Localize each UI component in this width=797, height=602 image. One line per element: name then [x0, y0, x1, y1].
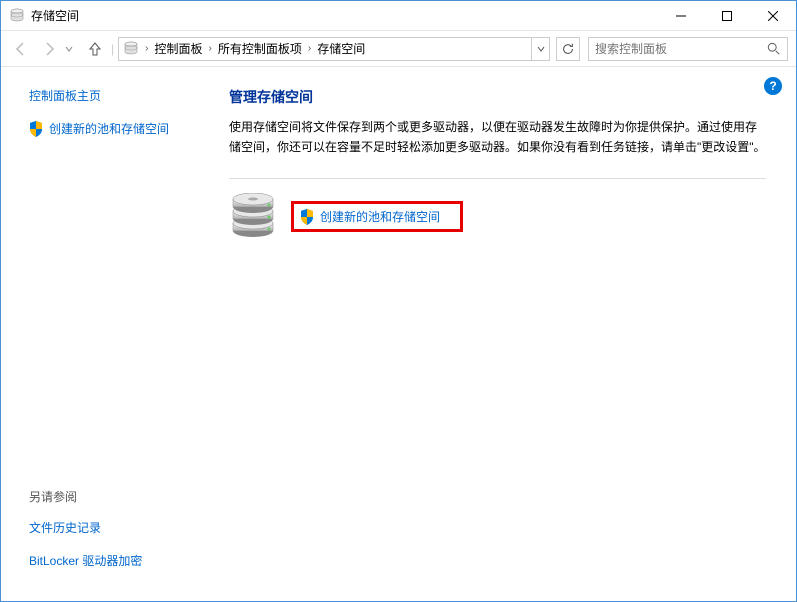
shield-icon [29, 121, 43, 137]
create-pool-link[interactable]: 创建新的池和存储空间 [29, 120, 219, 137]
address-dropdown[interactable] [531, 38, 549, 60]
history-dropdown[interactable] [65, 42, 79, 56]
back-button[interactable] [9, 37, 33, 61]
address-bar[interactable]: › 控制面板 › 所有控制面板项 › 存储空间 [118, 37, 550, 61]
breadcrumb-item[interactable]: 控制面板 [152, 40, 204, 57]
action-row: 创建新的池和存储空间 [229, 193, 766, 241]
window: 存储空间 | [0, 0, 797, 602]
storage-icon [123, 41, 139, 57]
main-content: 管理存储空间 使用存储空间将文件保存到两个或更多驱动器，以便在驱动器发生故障时为… [219, 67, 796, 601]
close-button[interactable] [750, 1, 796, 31]
navbar: | › 控制面板 › 所有控制面板项 › 存储空间 [1, 31, 796, 67]
disk-stack-icon [229, 193, 277, 241]
see-also-heading: 另请参阅 [29, 488, 219, 505]
chevron-right-icon[interactable]: › [304, 43, 315, 54]
separator: | [111, 42, 114, 56]
up-button[interactable] [83, 37, 107, 61]
search-input[interactable] [595, 42, 767, 56]
divider [229, 178, 766, 179]
link-label: 创建新的池和存储空间 [49, 120, 169, 137]
link-label: 控制面板主页 [29, 87, 101, 104]
maximize-button[interactable] [704, 1, 750, 31]
window-title: 存储空间 [31, 7, 658, 24]
breadcrumb: › 控制面板 › 所有控制面板项 › 存储空间 [141, 40, 531, 57]
body: ? 控制面板主页 创建新的池和存储空间 另请参阅 文件历史记录 BitLocke… [1, 67, 796, 601]
shield-icon [300, 209, 314, 225]
search-icon[interactable] [767, 42, 781, 56]
file-history-link[interactable]: 文件历史记录 [29, 519, 219, 536]
help-icon[interactable]: ? [764, 77, 782, 95]
create-pool-action-link[interactable]: 创建新的池和存储空间 [320, 208, 440, 225]
titlebar: 存储空间 [1, 1, 796, 31]
page-description: 使用存储空间将文件保存到两个或更多驱动器，以便在驱动器发生故障时为你提供保护。通… [229, 117, 766, 158]
breadcrumb-item[interactable]: 所有控制面板项 [216, 40, 304, 57]
breadcrumb-item[interactable]: 存储空间 [315, 40, 367, 57]
control-panel-home-link[interactable]: 控制面板主页 [29, 87, 219, 104]
bitlocker-link[interactable]: BitLocker 驱动器加密 [29, 552, 219, 569]
search-box[interactable] [588, 37, 788, 61]
window-controls [658, 1, 796, 31]
chevron-right-icon[interactable]: › [204, 43, 215, 54]
minimize-button[interactable] [658, 1, 704, 31]
highlighted-action: 创建新的池和存储空间 [291, 201, 463, 232]
refresh-button[interactable] [556, 37, 580, 61]
page-title: 管理存储空间 [229, 87, 766, 107]
storage-icon [9, 8, 25, 24]
forward-button[interactable] [37, 37, 61, 61]
chevron-right-icon[interactable]: › [141, 43, 152, 54]
sidebar: 控制面板主页 创建新的池和存储空间 另请参阅 文件历史记录 BitLocker … [1, 67, 219, 601]
